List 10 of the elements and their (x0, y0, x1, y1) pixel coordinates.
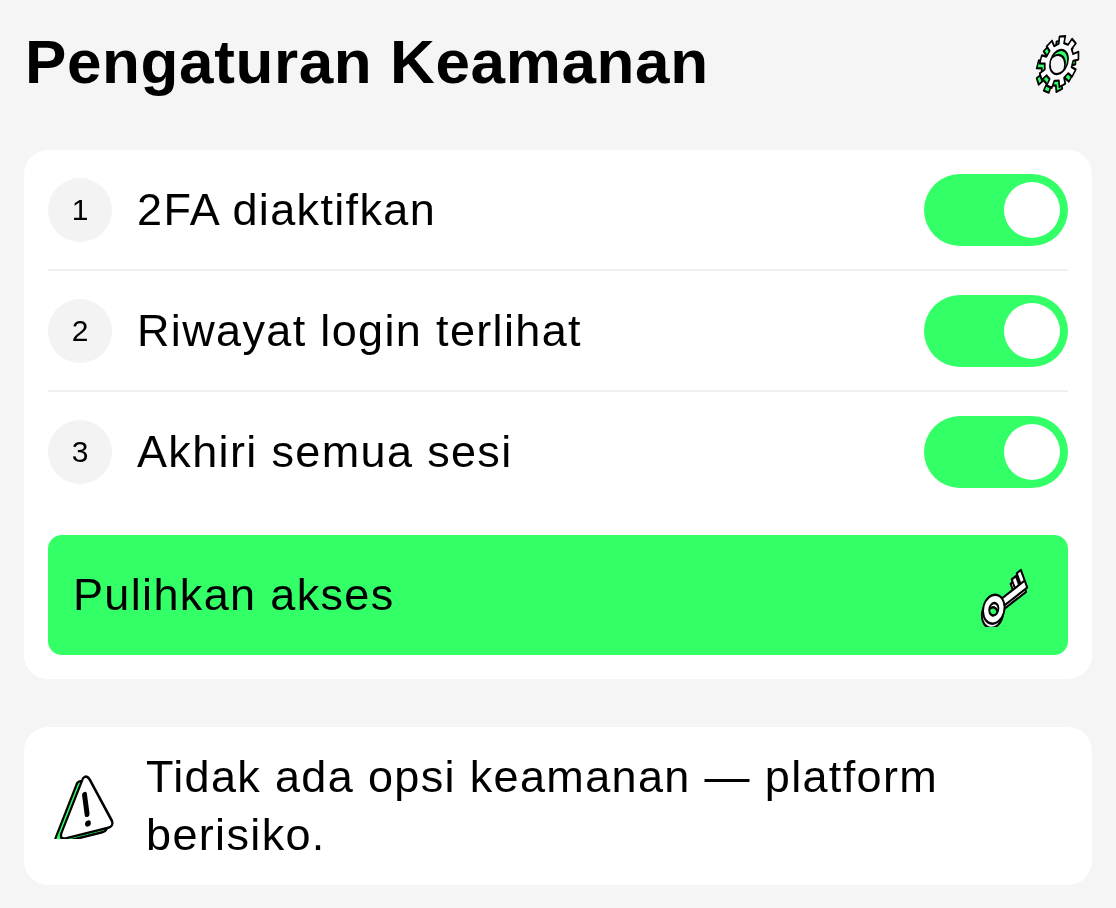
step-number: 2 (48, 298, 112, 363)
restore-access-button[interactable]: Pulihkan akses (48, 535, 1068, 655)
setting-label: Akhiri semua sesi (137, 424, 514, 479)
setting-label: Riwayat login terlihat (137, 303, 583, 358)
warning-icon (52, 773, 116, 839)
step-number: 3 (48, 419, 112, 484)
step-number: 1 (48, 177, 112, 242)
notice-text: Tidak ada opsi keamanan — platform berisiko. (146, 750, 940, 862)
page-title: Pengaturan Keamanan (24, 26, 709, 99)
setting-label: 2FA diaktifkan (137, 182, 438, 237)
